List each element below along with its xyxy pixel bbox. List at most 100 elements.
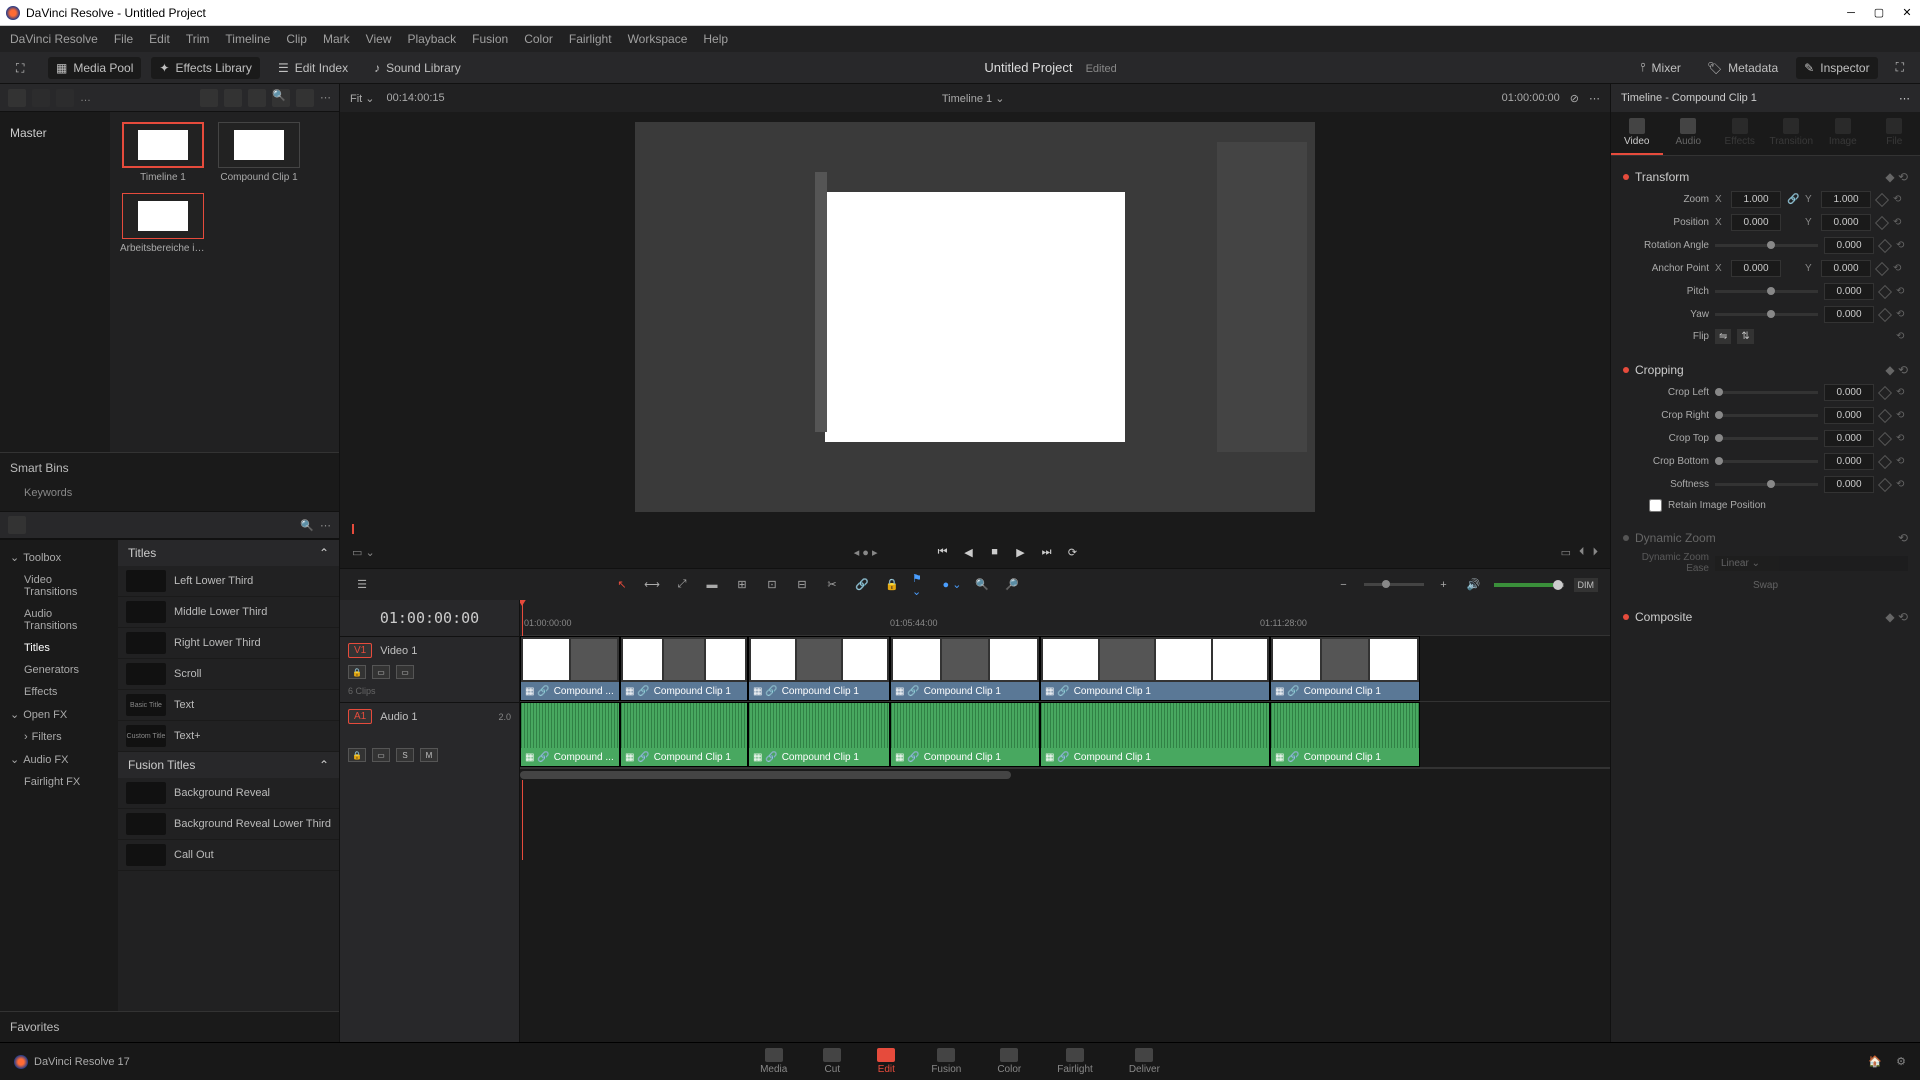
viewer-zoom-select[interactable]: Fit ⌄ (350, 92, 375, 105)
fx-node-effects[interactable]: Effects (0, 681, 118, 703)
linked-selection[interactable]: 🔗 (852, 575, 872, 595)
audio-clip-3[interactable]: ▦ 🔗 Compound Clip 1 (748, 702, 890, 767)
fx-search-icon[interactable]: 🔍 (300, 519, 314, 532)
fx-item-text[interactable]: Basic TitleText (118, 690, 339, 721)
flip-reset[interactable]: ⟲ (1896, 331, 1908, 343)
sound-library-button[interactable]: ♪Sound Library (366, 57, 469, 79)
play[interactable]: ▶ (1012, 543, 1030, 561)
flip-v[interactable]: ⇅ (1737, 329, 1753, 344)
mute-icon[interactable]: 🔊 (1464, 575, 1484, 595)
cl-keyframe[interactable] (1878, 385, 1892, 399)
favorites-header[interactable]: Favorites (0, 1011, 339, 1042)
expand-button[interactable]: ⛶ (1888, 56, 1912, 79)
play-reverse[interactable]: ◀ (960, 543, 978, 561)
timeline-ruler[interactable]: 01:00:00:00 01:05:44:00 01:11:28:00 (520, 600, 1610, 636)
menu-fairlight[interactable]: Fairlight (569, 32, 612, 46)
v1-badge[interactable]: V1 (348, 643, 372, 658)
crop-top-val[interactable] (1824, 430, 1874, 447)
fx-view-mode[interactable] (8, 516, 26, 534)
rotation-slider[interactable] (1715, 244, 1818, 247)
track-lock[interactable]: 🔒 (348, 665, 366, 679)
fx-node-video-transitions[interactable]: Video Transitions (0, 569, 118, 603)
minimize-button[interactable]: ─ (1844, 6, 1858, 20)
tab-video[interactable]: Video (1611, 112, 1663, 155)
crop-left-slider[interactable] (1715, 391, 1818, 394)
pos-y[interactable] (1821, 214, 1871, 231)
menu-color[interactable]: Color (524, 32, 553, 46)
fx-node-audiofx[interactable]: ⌄Audio FX (0, 748, 118, 771)
audio-lock[interactable]: 🔒 (348, 748, 366, 762)
tab-image[interactable]: Image (1817, 112, 1869, 155)
transform-overlay[interactable]: ▭ ⌄ (352, 546, 375, 559)
menu-trim[interactable]: Trim (186, 32, 210, 46)
audio-auto-select[interactable]: ▭ (372, 748, 390, 762)
audio-clip-6[interactable]: ▦ 🔗 Compound Clip 1 (1270, 702, 1420, 767)
effects-library-button[interactable]: ✦Effects Library (151, 57, 260, 79)
timecode-display[interactable]: 01:00:00:00 (340, 600, 519, 636)
menu-file[interactable]: File (114, 32, 133, 46)
cl-reset[interactable]: ⟲ (1896, 387, 1908, 399)
softness-val[interactable] (1824, 476, 1874, 493)
sort-icon[interactable] (296, 89, 314, 107)
zoom-y[interactable] (1821, 191, 1871, 208)
media-list-view[interactable] (200, 89, 218, 107)
cr-reset[interactable]: ⟲ (1896, 410, 1908, 422)
settings-icon[interactable]: ⚙ (1896, 1055, 1906, 1068)
viewer-bypass-icon[interactable]: ⊘ (1570, 92, 1579, 105)
dim-button[interactable]: DIM (1574, 578, 1599, 592)
anchor-keyframe[interactable] (1875, 261, 1889, 275)
viewer-scrubber[interactable] (350, 522, 1600, 536)
composite-header[interactable]: Composite◆ ⟲ (1623, 606, 1908, 628)
blade-razor[interactable]: ✂ (822, 575, 842, 595)
menu-timeline[interactable]: Timeline (225, 32, 270, 46)
pos-reset[interactable]: ⟲ (1893, 217, 1905, 229)
yaw-reset[interactable]: ⟲ (1896, 309, 1908, 321)
fx-node-audio-transitions[interactable]: Audio Transitions (0, 603, 118, 637)
tab-effects[interactable]: Effects (1714, 112, 1766, 155)
media-more[interactable]: … (80, 92, 91, 104)
rot-keyframe[interactable] (1878, 238, 1892, 252)
clip-arbeitsbereiche[interactable]: Arbeitsbereiche in... (120, 193, 206, 254)
fx-item-left-lower-third[interactable]: Left Lower Third (118, 566, 339, 597)
overwrite-clip[interactable]: ⊡ (762, 575, 782, 595)
anchor-reset[interactable]: ⟲ (1893, 263, 1905, 275)
page-edit[interactable]: Edit (877, 1048, 895, 1075)
pitch-slider[interactable] (1715, 290, 1818, 293)
marker-tool[interactable]: ● ⌄ (942, 575, 962, 595)
smart-bins-header[interactable]: Smart Bins (10, 461, 329, 475)
page-color[interactable]: Color (997, 1048, 1021, 1075)
crop-right-val[interactable] (1824, 407, 1874, 424)
audio-solo[interactable]: S (396, 748, 414, 762)
pitch-keyframe[interactable] (1878, 284, 1892, 298)
menu-fusion[interactable]: Fusion (472, 32, 508, 46)
trim-edit-tool[interactable]: ⟷ (642, 575, 662, 595)
media-nav-fwd[interactable] (56, 89, 74, 107)
zoom-x[interactable] (1731, 191, 1781, 208)
flip-h[interactable]: ⇋ (1715, 329, 1731, 344)
viewer-options[interactable]: ⋯ (1589, 92, 1600, 105)
cropping-header[interactable]: Cropping◆ ⟲ (1623, 359, 1908, 381)
step-forward[interactable]: ⏵ (1593, 546, 1599, 559)
fx-node-titles[interactable]: Titles (0, 637, 118, 659)
maximize-button[interactable]: ▢ (1872, 6, 1886, 20)
position-lock[interactable]: 🔒 (882, 575, 902, 595)
fx-node-generators[interactable]: Generators (0, 659, 118, 681)
jump-last[interactable]: ⏭ (1038, 543, 1056, 561)
crop-bottom-val[interactable] (1824, 453, 1874, 470)
soft-reset[interactable]: ⟲ (1896, 479, 1908, 491)
loop[interactable]: ⟳ (1064, 543, 1082, 561)
timeline-view-options[interactable]: ☰ (352, 575, 372, 595)
clip-compound1[interactable]: Compound Clip 1 (216, 122, 302, 183)
yaw-val[interactable] (1824, 306, 1874, 323)
crop-top-slider[interactable] (1715, 437, 1818, 440)
pos-keyframe[interactable] (1875, 215, 1889, 229)
fx-item-bg-reveal-lower[interactable]: Background Reveal Lower Third (118, 809, 339, 840)
viewer-name[interactable]: Timeline 1 ⌄ (942, 92, 1005, 105)
video-clip-5[interactable]: ▦ 🔗 Compound Clip 1 (1040, 636, 1270, 701)
zoom-out[interactable]: − (1334, 575, 1354, 595)
search-icon[interactable]: 🔍 (272, 89, 290, 107)
close-button[interactable]: ✕ (1900, 6, 1914, 20)
fx-item-background-reveal[interactable]: Background Reveal (118, 778, 339, 809)
inspector-expand[interactable]: ⋯ (1899, 92, 1910, 105)
tab-transition[interactable]: Transition (1766, 112, 1818, 155)
